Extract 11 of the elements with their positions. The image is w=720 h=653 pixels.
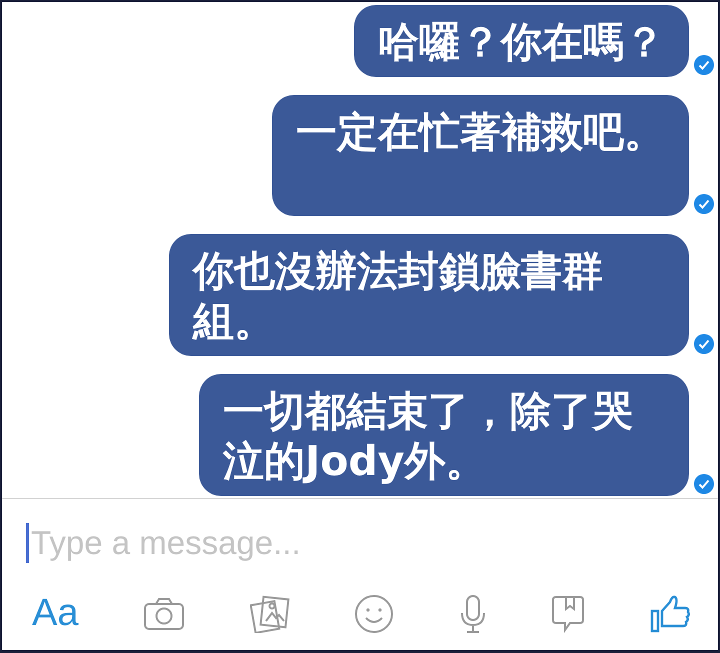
sticker-icon[interactable] (551, 594, 586, 632)
text-format-button[interactable]: Aa (32, 592, 78, 635)
thumbs-up-icon[interactable] (650, 594, 690, 634)
message-bubble: 一切都結束了，除了哭泣的Jody外。 (199, 374, 689, 496)
microphone-icon[interactable] (458, 594, 487, 634)
camera-icon[interactable] (143, 596, 186, 630)
photo-icon[interactable] (250, 594, 290, 632)
message-bubble: 一定在忙著補救吧。 (272, 95, 689, 216)
message-bubble: 哈囉？你在嗎？ (354, 5, 689, 77)
smiley-icon[interactable] (354, 594, 394, 634)
message-bubble: 你也沒辦法封鎖臉書群組。 (169, 234, 689, 356)
